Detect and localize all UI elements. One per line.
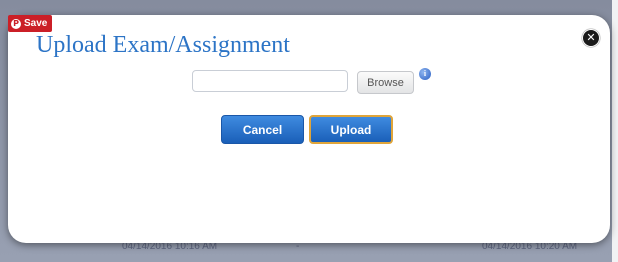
file-path-input[interactable] xyxy=(192,70,348,92)
pinterest-save-label: Save xyxy=(24,18,48,29)
info-icon[interactable]: i xyxy=(419,68,431,80)
background-edge xyxy=(612,0,618,262)
dialog-title: Upload Exam/Assignment xyxy=(36,32,290,58)
close-icon[interactable]: ✕ xyxy=(582,29,600,47)
cancel-button[interactable]: Cancel xyxy=(221,115,304,144)
upload-button[interactable]: Upload xyxy=(309,115,393,144)
pinterest-icon: P xyxy=(11,18,21,29)
browse-button[interactable]: Browse xyxy=(357,71,414,94)
pinterest-save-button[interactable]: P Save xyxy=(8,15,53,32)
